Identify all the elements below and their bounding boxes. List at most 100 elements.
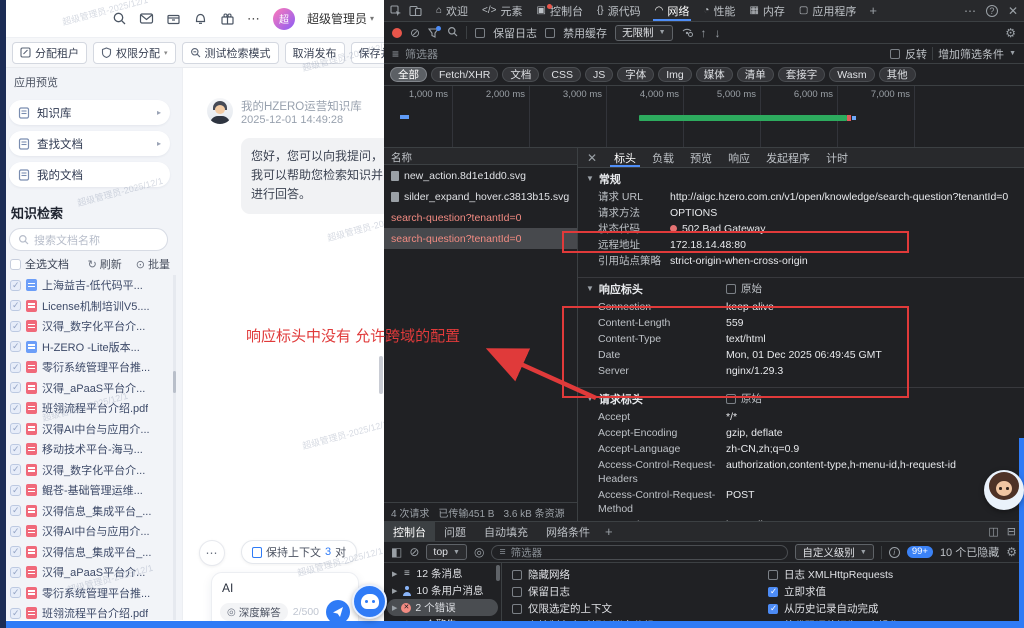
filter-chip[interactable]: Fetch/XHR (431, 67, 498, 82)
filter-chip[interactable]: Img (658, 67, 692, 82)
setting-row[interactable]: 从历史记录自动完成 (768, 600, 1024, 617)
search-icon[interactable] (112, 11, 127, 26)
filter-chip[interactable]: JS (585, 67, 613, 82)
drawer-tab[interactable]: 问题 (435, 522, 475, 541)
send-button[interactable] (326, 600, 350, 621)
console-sidebar-scrollbar[interactable] (496, 565, 500, 581)
keep-context-toggle[interactable]: 保持上下文 3 对 (241, 540, 357, 564)
sidebar-nav-item[interactable]: 查找文档 ▸ (9, 131, 170, 156)
inspect-element-icon[interactable] (390, 5, 402, 17)
setting-row[interactable]: 隐藏网络 (512, 566, 768, 583)
doc-checkbox[interactable] (10, 608, 21, 619)
detail-tab[interactable]: 负载 (644, 148, 682, 167)
setting-checkbox[interactable] (512, 604, 522, 614)
doc-checkbox[interactable] (10, 341, 21, 352)
setting-checkbox[interactable] (768, 587, 778, 597)
doc-checkbox[interactable] (10, 423, 21, 434)
list-item[interactable]: 汉得_aPaaS平台介... (6, 562, 182, 583)
list-item[interactable]: H-ZERO -Lite版本... (6, 337, 182, 358)
live-expression-icon[interactable]: ◎ (474, 546, 484, 558)
setting-row[interactable]: 日志 XMLHttpRequests (768, 566, 1024, 583)
devtools-tab[interactable]: ▦ 内存 (742, 0, 791, 21)
console-settings-gear-icon[interactable]: ⚙ (1006, 546, 1017, 558)
deep-answer-toggle[interactable]: ◎深度解答 (220, 603, 288, 621)
refresh-button[interactable]: ↻刷新 (88, 256, 122, 272)
bell-icon[interactable] (193, 11, 208, 26)
chat-more-button[interactable]: ⋯ (199, 540, 225, 566)
doc-checkbox[interactable] (10, 382, 21, 393)
setting-checkbox[interactable] (512, 570, 522, 580)
device-toolbar-icon[interactable] (409, 5, 422, 17)
issues-badge[interactable]: 99+ (907, 546, 933, 558)
list-item[interactable]: 班翎流程平台介绍.pdf (6, 398, 182, 419)
more-icon[interactable]: ⋯ (247, 11, 261, 27)
chat-scrollbar-thumb[interactable] (379, 356, 383, 394)
sidebar-nav-item[interactable]: 我的文档 ▸ (9, 162, 170, 187)
setting-checkbox[interactable] (512, 587, 522, 597)
doc-scrollbar-thumb[interactable] (173, 371, 176, 393)
list-item[interactable]: 零衍系统管理平台推... (6, 583, 182, 604)
gift-icon[interactable] (220, 11, 235, 26)
request-row[interactable]: new_action.8d1e1dd0.svg (384, 165, 577, 186)
preserve-log-checkbox[interactable] (475, 28, 485, 38)
hidden-messages-label[interactable]: 10 个已隐藏 (940, 544, 999, 560)
list-item[interactable]: 移动技术平台-海马... (6, 439, 182, 460)
request-row[interactable]: silder_expand_hover.c3813b15.svg (384, 186, 577, 207)
list-item[interactable]: 汉得AI中台与应用介... (6, 419, 182, 440)
section-header[interactable]: ▼请求标头 原始 (578, 388, 1024, 409)
assign-tenant-button[interactable]: 分配租户 (12, 42, 87, 64)
drawer-tab[interactable]: 自动填充 (475, 522, 537, 541)
detail-tab[interactable]: 预览 (682, 148, 720, 167)
devtools-tab[interactable]: </> 元素 (475, 0, 529, 21)
select-all-checkbox[interactable] (10, 259, 21, 270)
close-icon[interactable]: ✕ (1008, 4, 1018, 18)
detail-tab[interactable]: 计时 (818, 148, 856, 167)
filter-chip[interactable]: 其他 (879, 67, 916, 82)
filter-chip[interactable]: 文档 (502, 67, 539, 82)
permission-assign-button[interactable]: 权限分配▾ (93, 42, 176, 64)
list-item[interactable]: 汉得_数字化平台介... (6, 316, 182, 337)
devtools-tab[interactable]: ◔ 性能 (696, 0, 742, 21)
doc-checkbox[interactable] (10, 485, 21, 496)
devtools-tab[interactable]: ▣ 控制台 (530, 0, 590, 21)
doc-checkbox[interactable] (10, 567, 21, 578)
clear-console-icon[interactable]: ⊘ (409, 546, 419, 558)
doc-checkbox[interactable] (10, 505, 21, 516)
request-row[interactable]: search-question?tenantId=0 (384, 228, 577, 249)
list-item[interactable]: 上海益吉-低代码平... (6, 275, 182, 296)
floating-assistant-button[interactable] (352, 584, 387, 619)
request-row[interactable]: search-question?tenantId=0 (384, 207, 577, 228)
list-item[interactable]: 汉得信息_集成平台_... (6, 501, 182, 522)
console-filter-input[interactable]: ≡筛选器 (491, 545, 788, 560)
avatar[interactable]: 超 (273, 8, 295, 30)
drawer-tab[interactable]: 控制台 (384, 522, 435, 541)
invert-checkbox[interactable] (890, 49, 900, 59)
clear-icon[interactable]: ⊘ (410, 27, 420, 39)
mail-icon[interactable] (139, 11, 154, 26)
list-item[interactable]: 汉得信息_集成平台_... (6, 542, 182, 563)
doc-checkbox[interactable] (10, 280, 21, 291)
doc-checkbox[interactable] (10, 403, 21, 414)
raw-toggle[interactable]: 原始 (726, 391, 762, 406)
doc-checkbox[interactable] (10, 587, 21, 598)
filter-chip[interactable]: Wasm (829, 67, 874, 82)
import-har-icon[interactable]: ↑ (701, 27, 707, 39)
request-list-header[interactable]: 名称 (384, 148, 577, 165)
list-item[interactable]: 汉得AI中台与应用介... (6, 521, 182, 542)
setting-row[interactable]: 仅限选定的上下文 (512, 600, 768, 617)
doc-search-input[interactable]: 搜索文档名称 (9, 228, 168, 251)
panel-icon[interactable]: ⊟ (1007, 525, 1016, 538)
list-item[interactable]: 汉得_aPaaS平台介... (6, 378, 182, 399)
setting-row[interactable]: 保留日志 (512, 583, 768, 600)
raw-checkbox[interactable] (726, 284, 736, 294)
add-drawer-tab-button[interactable]: + (599, 524, 619, 539)
doc-checkbox[interactable] (10, 444, 21, 455)
search-icon[interactable] (447, 26, 458, 39)
doc-checkbox[interactable] (10, 300, 21, 311)
console-sidebar-item[interactable]: ▶ ≡ ✕ ⚠ 2 个错误 (387, 599, 498, 616)
filter-chip[interactable]: 套接字 (778, 67, 826, 82)
throttle-select[interactable]: 无限制▼ (615, 25, 672, 41)
doc-checkbox[interactable] (10, 526, 21, 537)
network-overview[interactable]: 1,000 ms2,000 ms3,000 ms4,000 ms5,000 ms… (384, 86, 1024, 148)
doc-checkbox[interactable] (10, 362, 21, 373)
